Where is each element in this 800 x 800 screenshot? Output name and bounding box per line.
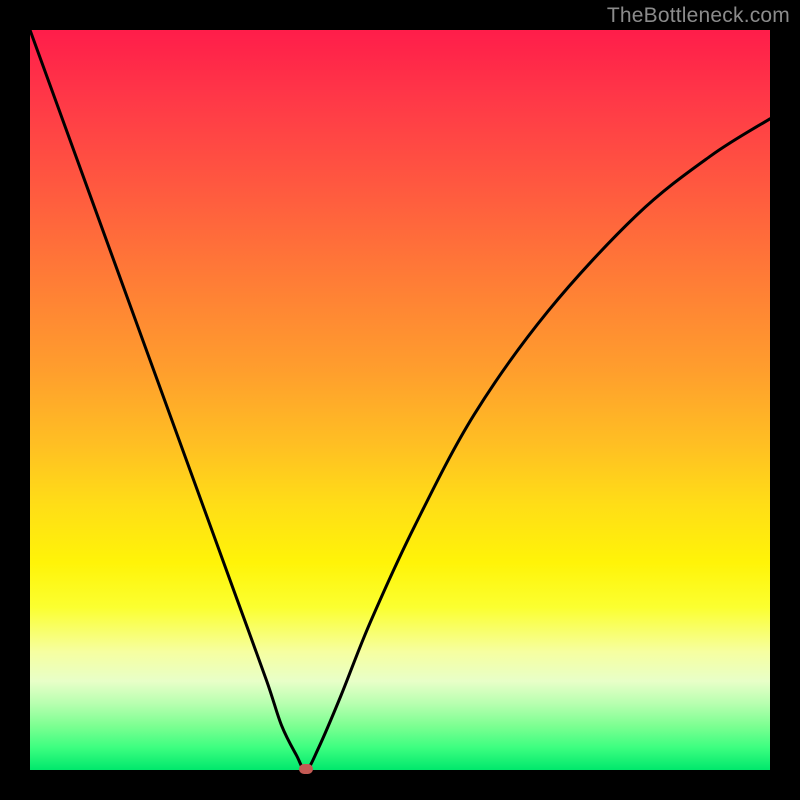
minimum-marker: [299, 764, 313, 774]
chart-frame: TheBottleneck.com: [0, 0, 800, 800]
plot-area: [30, 30, 770, 770]
bottleneck-curve: [30, 30, 770, 770]
watermark-text: TheBottleneck.com: [607, 4, 790, 28]
